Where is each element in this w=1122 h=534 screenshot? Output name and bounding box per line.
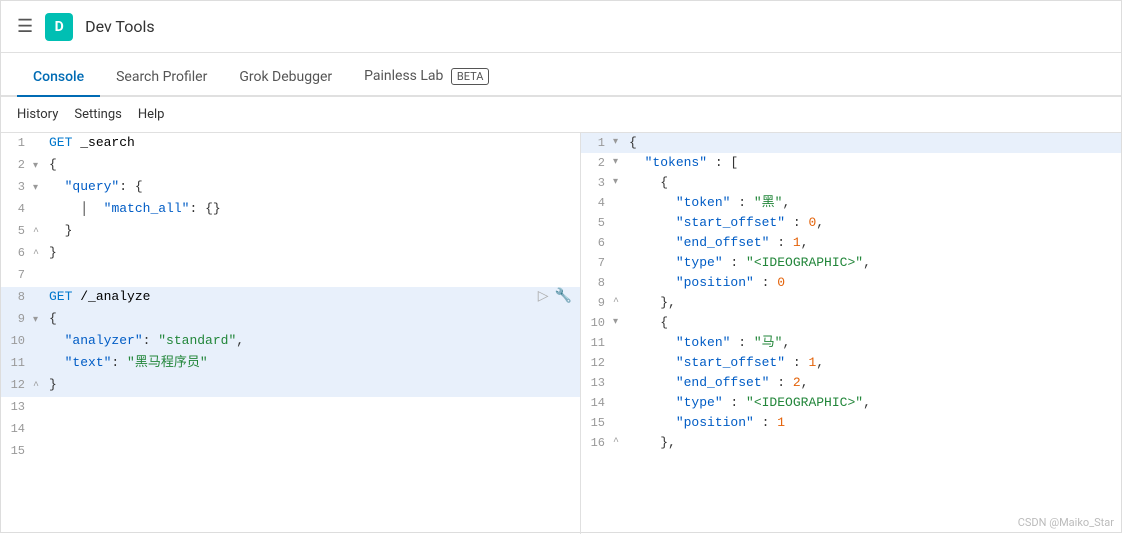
run-icon[interactable]: ▷ — [538, 287, 549, 307]
line-actions: ▷ 🔧 — [538, 287, 580, 307]
editor-line-11: 11 "text": "黑马程序员" — [1, 353, 580, 375]
editor-line-6: 6 ^ } — [1, 243, 580, 265]
tab-grok-debugger[interactable]: Grok Debugger — [223, 59, 348, 97]
output-line-9: 9 ^ }, — [581, 293, 1121, 313]
output-line-4: 4 "token" : "黑", — [581, 193, 1121, 213]
wrench-icon[interactable]: 🔧 — [555, 287, 572, 307]
editor-line-2: 2 ▾ { — [1, 155, 580, 177]
output-line-1: 1 ▾ { — [581, 133, 1121, 153]
editor-line-14: 14 — [1, 419, 580, 441]
editor-line-10: 10 "analyzer": "standard", — [1, 331, 580, 353]
editor-line-8: 8 GET /_analyze ▷ 🔧 — [1, 287, 580, 309]
output-line-6: 6 "end_offset" : 1, — [581, 233, 1121, 253]
tab-search-profiler[interactable]: Search Profiler — [100, 59, 223, 97]
app-icon: D — [45, 13, 73, 41]
tab-painless-lab[interactable]: Painless Lab BETA — [348, 58, 505, 97]
output-line-13: 13 "end_offset" : 2, — [581, 373, 1121, 393]
watermark: CSDN @Maiko_Star — [1018, 516, 1114, 529]
editor-line-5: 5 ^ } — [1, 221, 580, 243]
editor-line-4: 4 │ "match_all": {} — [1, 199, 580, 221]
beta-badge: BETA — [451, 68, 490, 85]
output-line-8: 8 "position" : 0 — [581, 273, 1121, 293]
editor-panel[interactable]: 1 GET _search 2 ▾ { 3 ▾ "query": { 4 │ "… — [1, 133, 581, 534]
output-line-7: 7 "type" : "<IDEOGRAPHIC>", — [581, 253, 1121, 273]
tab-console[interactable]: Console — [17, 59, 100, 97]
output-panel: 1 ▾ { 2 ▾ "tokens" : [ 3 ▾ { 4 "token" :… — [581, 133, 1121, 534]
output-line-11: 11 "token" : "马", — [581, 333, 1121, 353]
top-bar: ☰ D Dev Tools — [1, 1, 1121, 53]
output-line-2: 2 ▾ "tokens" : [ — [581, 153, 1121, 173]
app-title: Dev Tools — [85, 17, 154, 36]
output-line-16: 16 ^ }, — [581, 433, 1121, 453]
editor-line-3: 3 ▾ "query": { — [1, 177, 580, 199]
editor-line-7: 7 — [1, 265, 580, 287]
editor-line-15: 15 — [1, 441, 580, 463]
output-line-10: 10 ▾ { — [581, 313, 1121, 333]
output-line-3: 3 ▾ { — [581, 173, 1121, 193]
editor-line-1: 1 GET _search — [1, 133, 580, 155]
settings-button[interactable]: Settings — [74, 107, 121, 122]
help-button[interactable]: Help — [138, 107, 165, 122]
nav-tabs: Console Search Profiler Grok Debugger Pa… — [1, 53, 1121, 97]
output-line-5: 5 "start_offset" : 0, — [581, 213, 1121, 233]
history-button[interactable]: History — [17, 107, 58, 122]
editor-line-12: 12 ^ } — [1, 375, 580, 397]
output-line-14: 14 "type" : "<IDEOGRAPHIC>", — [581, 393, 1121, 413]
toolbar: History Settings Help — [1, 97, 1121, 133]
output-line-15: 15 "position" : 1 — [581, 413, 1121, 433]
output-line-12: 12 "start_offset" : 1, — [581, 353, 1121, 373]
hamburger-icon[interactable]: ☰ — [17, 16, 33, 37]
editor-line-13: 13 — [1, 397, 580, 419]
content-area: 1 GET _search 2 ▾ { 3 ▾ "query": { 4 │ "… — [1, 133, 1121, 534]
editor-line-9: 9 ▾ { — [1, 309, 580, 331]
